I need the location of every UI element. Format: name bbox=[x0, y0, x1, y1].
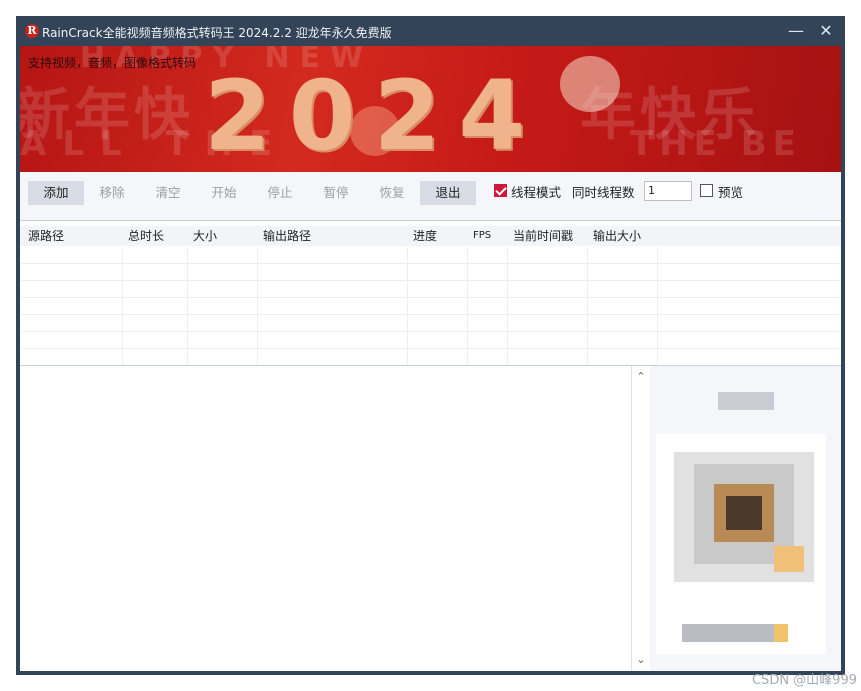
column-header-duration[interactable]: 总时长 bbox=[122, 226, 187, 246]
qr-pixels bbox=[774, 546, 804, 572]
window-title: RainCrack全能视频音频格式转码王 2024.2.2 迎龙年永久免费版 bbox=[42, 26, 392, 40]
column-header-source-path[interactable]: 源路径 bbox=[22, 226, 122, 246]
banner-year: 2024 bbox=[204, 60, 544, 172]
column-header-output-size[interactable]: 输出大小 bbox=[587, 226, 657, 246]
thread-mode-label[interactable]: 线程模式 bbox=[511, 182, 561, 201]
toolbar: 添加 移除 清空 开始 停止 暂停 恢复 退出 线程模式 同时线程数 1 预览 bbox=[20, 172, 841, 220]
column-header-timestamp[interactable]: 当前时间戳 bbox=[507, 226, 587, 246]
qr-code-image bbox=[656, 434, 826, 654]
client-area: HAPPY NEW 新年快 年快乐 ALL THE THE BE 2024 支持… bbox=[20, 46, 841, 671]
column-header-size[interactable]: 大小 bbox=[187, 226, 257, 246]
support-formats-text: 支持视频，音频，图像格式转码 bbox=[28, 56, 197, 70]
column-header-output-path[interactable]: 输出路径 bbox=[257, 226, 407, 246]
watermark-text: CSDN @山峰999 bbox=[751, 673, 857, 688]
app-logo-icon: R bbox=[25, 24, 39, 38]
table-header: 源路径 总时长 大小 输出路径 进度 FPS 当前时间戳 输出大小 bbox=[20, 226, 841, 246]
row-divider bbox=[20, 331, 841, 332]
column-header-fps[interactable]: FPS bbox=[467, 226, 507, 246]
row-divider bbox=[20, 297, 841, 298]
stop-button[interactable]: 停止 bbox=[252, 181, 308, 205]
resume-button[interactable]: 恢复 bbox=[364, 181, 420, 205]
log-scrollbar[interactable]: ⌃ ⌄ bbox=[632, 366, 650, 671]
clear-button[interactable]: 清空 bbox=[140, 181, 196, 205]
exit-button[interactable]: 退出 bbox=[420, 181, 476, 205]
row-divider bbox=[20, 263, 841, 264]
pixelated-caption bbox=[718, 392, 774, 410]
concurrent-threads-input[interactable]: 1 bbox=[644, 181, 692, 201]
row-divider bbox=[20, 314, 841, 315]
scroll-down-icon[interactable]: ⌄ bbox=[632, 651, 650, 669]
preview-label[interactable]: 预览 bbox=[718, 182, 743, 201]
pixelated-caption bbox=[682, 624, 782, 642]
qr-center-logo bbox=[726, 496, 762, 530]
pixelated-caption bbox=[774, 624, 788, 642]
close-button[interactable]: ✕ bbox=[813, 20, 839, 42]
pause-button[interactable]: 暂停 bbox=[308, 181, 364, 205]
minimize-button[interactable]: — bbox=[783, 20, 809, 42]
start-button[interactable]: 开始 bbox=[196, 181, 252, 205]
banner-bg-text: THE BE bbox=[630, 124, 802, 164]
dragon-decoration bbox=[560, 56, 620, 112]
file-table[interactable]: 源路径 总时长 大小 输出路径 进度 FPS 当前时间戳 输出大小 bbox=[20, 220, 841, 366]
column-header-progress[interactable]: 进度 bbox=[407, 226, 467, 246]
log-output-area[interactable] bbox=[20, 366, 632, 671]
scroll-up-icon[interactable]: ⌃ bbox=[632, 368, 650, 386]
remove-button[interactable]: 移除 bbox=[84, 181, 140, 205]
banner-image: HAPPY NEW 新年快 年快乐 ALL THE THE BE 2024 支持… bbox=[20, 46, 841, 172]
concurrent-threads-label: 同时线程数 bbox=[572, 185, 635, 200]
preview-checkbox[interactable] bbox=[700, 184, 713, 197]
qr-code-panel bbox=[650, 366, 841, 671]
thread-mode-checkbox[interactable] bbox=[494, 184, 507, 197]
app-window: R RainCrack全能视频音频格式转码王 2024.2.2 迎龙年永久免费版… bbox=[16, 16, 845, 675]
row-divider bbox=[20, 348, 841, 349]
title-bar[interactable]: R RainCrack全能视频音频格式转码王 2024.2.2 迎龙年永久免费版… bbox=[16, 16, 845, 46]
row-divider bbox=[20, 280, 841, 281]
add-button[interactable]: 添加 bbox=[28, 181, 84, 205]
